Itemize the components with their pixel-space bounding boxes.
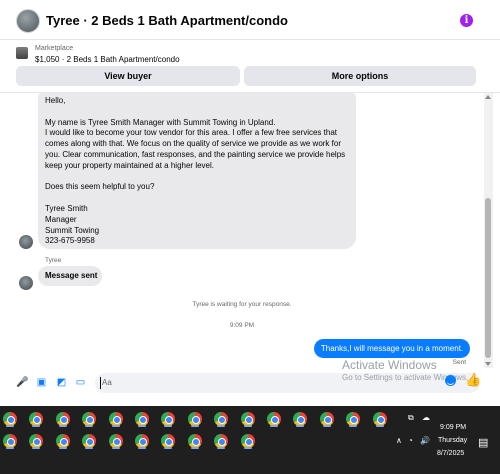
message-line: comes along with that. We focus on the q… bbox=[45, 139, 341, 149]
contact-avatar[interactable] bbox=[16, 9, 40, 33]
message-line: keep your property maintained at a highe… bbox=[45, 160, 214, 170]
scroll-up-arrow-icon[interactable] bbox=[485, 95, 491, 99]
listing-thumbnail[interactable] bbox=[16, 47, 28, 59]
info-icon[interactable]: i bbox=[460, 14, 473, 27]
incoming-message-bubble[interactable]: Message sent bbox=[38, 266, 102, 286]
sticker-icon[interactable]: ◩ bbox=[56, 377, 67, 388]
watermark-title: Activate Windows bbox=[342, 358, 437, 372]
chrome-icon[interactable] bbox=[240, 412, 255, 427]
message-question: Does this seem helpful to you? bbox=[45, 182, 155, 192]
listing-price-title[interactable]: $1,050 · 2 Beds 1 Bath Apartment/condo bbox=[35, 55, 180, 64]
outgoing-message-bubble[interactable]: Thanks,I will message you in a moment. bbox=[314, 339, 470, 358]
chrome-icon[interactable] bbox=[108, 412, 123, 427]
view-buyer-button[interactable]: View buyer bbox=[16, 66, 240, 86]
signature-title: Manager bbox=[45, 214, 77, 224]
chrome-icon[interactable] bbox=[55, 434, 70, 449]
taskbar-clock-date[interactable]: 8/7/2025 bbox=[437, 450, 464, 457]
chrome-icon[interactable] bbox=[187, 434, 202, 449]
chrome-icon[interactable] bbox=[3, 434, 17, 449]
message-line: I would like to become your tow vendor f… bbox=[45, 128, 337, 138]
taskbar-clock-time[interactable]: 9:09 PM bbox=[440, 424, 466, 431]
chevron-up-icon[interactable]: ∧ bbox=[396, 436, 402, 446]
marketplace-label: Marketplace bbox=[35, 45, 74, 52]
message-thread[interactable]: Hello, My name is Tyree Smith Manager wi… bbox=[0, 93, 484, 368]
taskbar-clock-day[interactable]: Thursday bbox=[438, 437, 467, 444]
text-caret bbox=[100, 377, 101, 389]
chrome-icon[interactable] bbox=[135, 434, 149, 449]
chrome-icon[interactable] bbox=[135, 412, 149, 427]
message-scrollbar[interactable] bbox=[484, 93, 493, 368]
chrome-icon[interactable] bbox=[3, 412, 17, 427]
sender-avatar[interactable] bbox=[19, 276, 33, 290]
chrome-icon[interactable] bbox=[55, 412, 70, 427]
chrome-icon[interactable] bbox=[187, 412, 202, 427]
chrome-icon[interactable] bbox=[267, 412, 281, 427]
chrome-icon[interactable] bbox=[372, 412, 387, 427]
signature-name: Tyree Smith bbox=[45, 203, 88, 213]
signature-company: Summit Towing bbox=[45, 225, 100, 235]
chrome-icon[interactable] bbox=[108, 434, 123, 449]
incoming-message-bubble[interactable]: Hello, My name is Tyree Smith Manager wi… bbox=[38, 93, 356, 249]
photo-icon[interactable]: ▣ bbox=[36, 377, 47, 388]
onedrive-icon[interactable]: ☁ bbox=[422, 413, 430, 423]
message-line: you. Clear communication, fast responses… bbox=[45, 149, 346, 159]
message-greeting: Hello, bbox=[45, 96, 66, 105]
waiting-notice: Tyree is waiting for your response. bbox=[192, 301, 292, 308]
like-icon[interactable]: 👍 bbox=[465, 372, 481, 388]
signature-phone: 323-675-9958 bbox=[45, 236, 95, 246]
chrome-icon[interactable] bbox=[319, 412, 334, 427]
microphone-icon[interactable]: 🎤 bbox=[16, 377, 28, 388]
emoji-icon[interactable] bbox=[445, 375, 456, 386]
message-input-placeholder: Aa bbox=[102, 378, 112, 387]
message-line: My name is Tyree Smith Manager with Summ… bbox=[45, 117, 276, 127]
scroll-down-arrow-icon[interactable] bbox=[485, 362, 491, 366]
conversation-header: Tyree · 2 Beds 1 Bath Apartment/condo i bbox=[0, 0, 500, 40]
marketplace-listing-bar: Marketplace $1,050 · 2 Beds 1 Bath Apart… bbox=[0, 40, 500, 95]
network-icon[interactable]: ◔ bbox=[408, 436, 413, 446]
chrome-icon[interactable] bbox=[240, 434, 255, 449]
sender-name: Tyree bbox=[45, 257, 62, 264]
sender-avatar[interactable] bbox=[19, 235, 33, 249]
message-timestamp: 9:09 PM bbox=[229, 322, 255, 329]
gif-icon[interactable]: ▭ bbox=[75, 377, 86, 388]
volume-icon[interactable]: 🔊 bbox=[420, 436, 430, 446]
notification-icon[interactable]: ▤ bbox=[478, 438, 488, 449]
conversation-title[interactable]: Tyree · 2 Beds 1 Bath Apartment/condo bbox=[46, 13, 288, 28]
more-options-button[interactable]: More options bbox=[244, 66, 476, 86]
scrollbar-thumb[interactable] bbox=[485, 198, 491, 358]
tray-app-icon[interactable]: ⧉ bbox=[408, 413, 414, 423]
